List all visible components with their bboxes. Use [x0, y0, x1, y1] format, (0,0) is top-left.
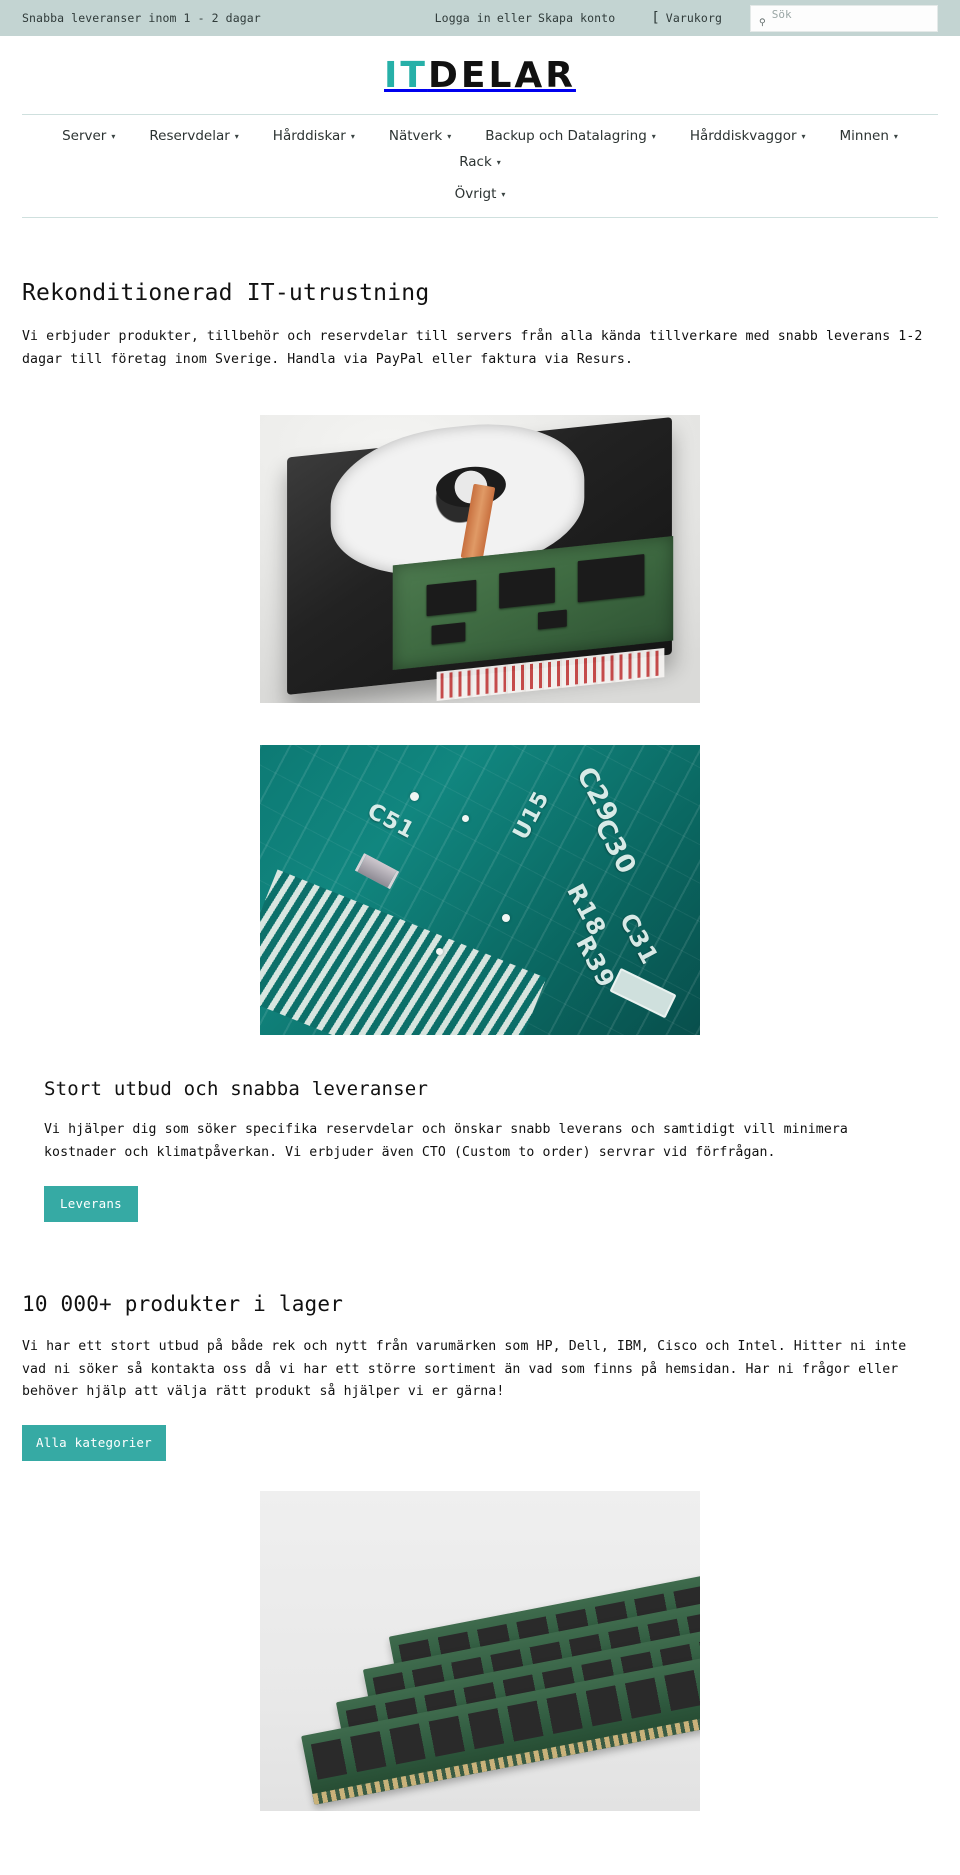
delivery-section: Stort utbud och snabba leveranser Vi hjä… [22, 1078, 938, 1222]
cart-label: Varukorg [665, 11, 722, 25]
chevron-down-icon: ▾ [234, 132, 239, 141]
page-title: Rekonditionerad IT-utrustning [22, 280, 430, 306]
nav-item-backup-och-datalagring[interactable]: Backup och Datalagring ▾ [468, 123, 673, 149]
search-input[interactable] [771, 7, 929, 21]
chevron-down-icon: ▾ [501, 190, 506, 199]
logo-text-it: IT [384, 54, 428, 96]
delivery-section-text: Vi hjälper dig som söker specifika reser… [44, 1122, 848, 1161]
nav-item-h-rddiskar[interactable]: Hårddiskar ▾ [256, 123, 372, 149]
create-account-link[interactable]: Skapa konto [538, 11, 615, 25]
nav-item-vrigt[interactable]: Övrigt ▾ [438, 181, 523, 207]
chevron-down-icon: ▾ [651, 132, 656, 141]
nav-item-minnen[interactable]: Minnen ▾ [823, 123, 915, 149]
chevron-down-icon: ▾ [111, 132, 116, 141]
nav-item-reservdelar[interactable]: Reservdelar ▾ [132, 123, 255, 149]
pcb-label-c31: C31 [613, 908, 665, 970]
hard-drive-image [260, 415, 700, 704]
nav-item-label: Nätverk [388, 128, 443, 144]
nav-item-label: Backup och Datalagring [485, 128, 647, 144]
circuit-board-photo-art: C51 U15 C29 C30 R18 R39 C31 [260, 745, 700, 1036]
circuit-board-image: C51 U15 C29 C30 R18 R39 C31 [260, 745, 700, 1036]
stock-section-title: 10 000+ produkter i lager [22, 1291, 344, 1316]
nav-item-label: Rack [459, 154, 492, 170]
logo-text-delar: DELAR [427, 54, 576, 96]
stock-section: 10 000+ produkter i lager Vi har ett sto… [22, 1292, 938, 1461]
nav-item-server[interactable]: Server ▾ [45, 123, 132, 149]
nav-row-primary: Server ▾ Reservdelar ▾ Hårddiskar ▾ Nätverk ▾ Ba… [22, 123, 938, 175]
search-box[interactable]: ⚲ [750, 4, 938, 32]
nav-item-n-tverk[interactable]: Nätverk ▾ [372, 123, 468, 149]
pcb-label-r18: R18 [561, 879, 612, 942]
chevron-down-icon: ▾ [893, 132, 898, 141]
nav-row-secondary: Övrigt ▾ [22, 181, 938, 207]
hard-drive-photo-art [260, 415, 700, 704]
nav-item-label: Minnen [839, 128, 889, 144]
memory-modules-image [260, 1490, 700, 1811]
top-utility-bar: Snabba leveranser inom 1 - 2 dagar Logga… [0, 0, 960, 36]
logo-bar: ITDELAR [0, 36, 960, 114]
nav-item-rack[interactable]: Rack ▾ [442, 149, 518, 175]
login-link[interactable]: Logga in [435, 11, 491, 25]
nav-item-label: Hårddiskar [272, 128, 346, 144]
delivery-section-title: Stort utbud och snabba leveranser [44, 1078, 429, 1101]
chevron-down-icon: ▾ [496, 158, 501, 167]
memory-modules-photo-art [260, 1490, 700, 1811]
cart-link[interactable]: [ Varukorg [653, 11, 722, 25]
top-utility-right: Logga in eller Skapa konto [ Varukorg ⚲ [435, 4, 938, 32]
login-separator: eller [496, 11, 532, 25]
chevron-down-icon: ▾ [447, 132, 452, 141]
nav-item-label: Reservdelar [149, 128, 230, 144]
pcb-label-u15: U15 [509, 787, 556, 845]
cart-icon: [ [653, 10, 659, 26]
promo-text: Snabba leveranser inom 1 - 2 dagar [22, 11, 261, 25]
search-icon: ⚲ [759, 17, 766, 28]
chevron-down-icon: ▾ [801, 132, 806, 141]
site-logo[interactable]: ITDELAR [384, 55, 576, 96]
pcb-component-220 [609, 968, 677, 1019]
main-content: Rekonditionerad IT-utrustning Vi erbjude… [0, 280, 960, 1811]
alla-kategorier-button[interactable]: Alla kategorier [22, 1424, 166, 1461]
nav-item-h-rddiskvaggor[interactable]: Hårddiskvaggor ▾ [673, 123, 823, 149]
leverans-button[interactable]: Leverans [44, 1185, 138, 1222]
main-navigation: Server ▾ Reservdelar ▾ Hårddiskar ▾ Nätverk ▾ Ba… [22, 114, 938, 218]
nav-item-label: Server [62, 128, 107, 144]
page-lead-text: Vi erbjuder produkter, tillbehör och res… [22, 329, 923, 367]
nav-item-label: Hårddiskvaggor [689, 128, 797, 144]
pcb-label-c51: C51 [362, 798, 419, 845]
nav-item-label: Övrigt [454, 186, 497, 202]
chevron-down-icon: ▾ [350, 132, 355, 141]
pcb-label-c30: C30 [587, 814, 642, 881]
stock-section-text: Vi har ett stort utbud på både rek och n… [22, 1338, 907, 1400]
